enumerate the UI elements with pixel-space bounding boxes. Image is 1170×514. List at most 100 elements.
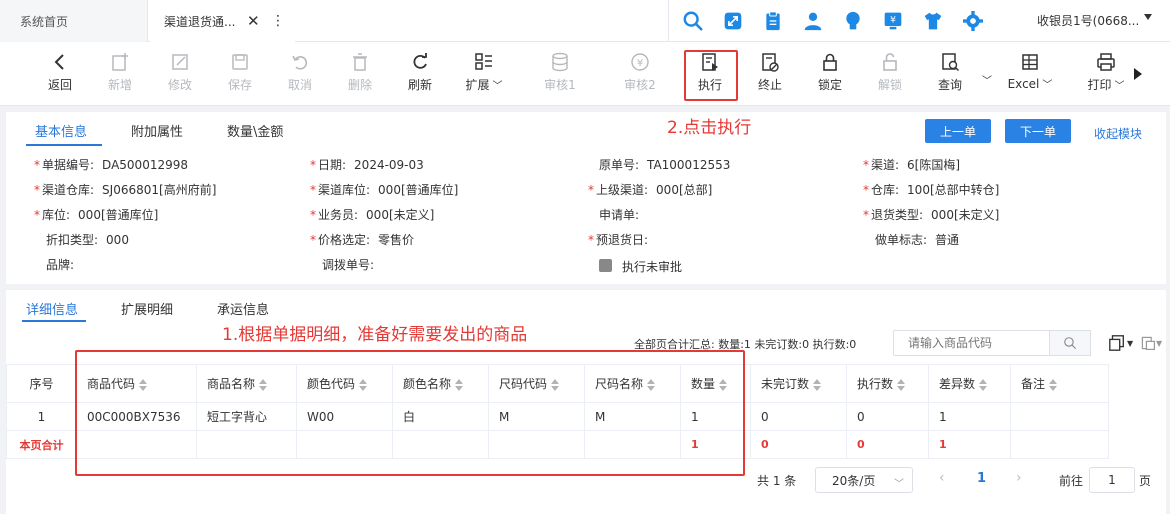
field-channel[interactable]: * 渠道: 6[陈国梅] [863, 156, 960, 173]
print-button[interactable]: 打印 ﹀ [1078, 52, 1134, 98]
product-code-search-input[interactable] [893, 330, 1049, 356]
field-transfer-no[interactable]: 调拨单号: [322, 256, 374, 273]
lock-button[interactable]: 锁定 [802, 52, 858, 98]
cell-executed[interactable]: 0 [846, 402, 929, 431]
edit-icon [172, 54, 188, 70]
add-label: 新增 [107, 78, 132, 92]
field-return-type[interactable]: * 退货类型: 000[未定义] [863, 206, 999, 223]
user-name[interactable]: 收银员1号(0668... [1037, 12, 1139, 29]
stop-button[interactable]: 终止 [742, 52, 798, 98]
page-size-value: 20条/页 [832, 473, 876, 488]
delete-label: 删除 [347, 78, 372, 92]
field-discount-type[interactable]: 折扣类型: 000 [46, 231, 129, 248]
edit-button[interactable]: 修改 [152, 52, 208, 98]
cancel-button[interactable]: 取消 [272, 52, 328, 98]
print-label: 打印 [1087, 78, 1112, 92]
col-header[interactable]: 执行数 [846, 364, 929, 403]
field-warehouse[interactable]: * 仓库: 100[总部中转仓] [863, 181, 999, 198]
cell-remark[interactable] [1010, 402, 1109, 431]
gear-icon[interactable] [961, 9, 985, 33]
sort-icon [813, 378, 822, 391]
query-label: 查询 [937, 78, 962, 92]
paste-icon[interactable]: ▼ [1140, 334, 1168, 352]
exec-unapproved-label: 执行未审批 [622, 260, 683, 274]
shirt-icon[interactable] [921, 9, 945, 33]
field-salesman[interactable]: * 业务员: 000[未定义] [310, 206, 434, 223]
extend-button[interactable]: 扩展 ﹀ [456, 52, 512, 98]
tab-home[interactable]: 系统首页 [0, 0, 148, 42]
sort-icon [1049, 378, 1058, 391]
field-brand[interactable]: 品牌: [46, 256, 74, 273]
stop-label: 终止 [757, 78, 782, 92]
tab-extra-attributes[interactable]: 附加属性 [131, 121, 183, 140]
save-button[interactable]: 保存 [212, 52, 268, 98]
close-icon[interactable]: ✕ [247, 12, 260, 30]
svg-text:¥: ¥ [890, 15, 896, 26]
delete-button[interactable]: 删除 [332, 52, 388, 98]
goto-page-input[interactable]: 1 [1089, 467, 1135, 493]
prev-doc-button[interactable]: 上一单 [925, 119, 991, 143]
fullscreen-icon[interactable] [721, 9, 745, 33]
tab-detail-info[interactable]: 详细信息 [26, 299, 78, 318]
col-header[interactable]: 备注 [1010, 364, 1109, 403]
sort-icon [979, 378, 988, 391]
query-button[interactable]: 查询 [922, 52, 978, 98]
refresh-button[interactable]: 刷新 [392, 52, 448, 98]
clipboard-icon[interactable] [761, 9, 785, 33]
tab-carrier-info[interactable]: 承运信息 [217, 299, 269, 318]
col-header[interactable]: 未完订数 [750, 364, 847, 403]
query-icon [942, 53, 960, 72]
field-orig-no[interactable]: 原单号: TA100012553 [599, 156, 730, 173]
field-doc-flag[interactable]: 做单标志: 普通 [875, 231, 959, 248]
prev-doc-label: 上一单 [939, 124, 976, 139]
goto-suffix: 页 [1139, 474, 1152, 488]
search-icon[interactable] [681, 9, 705, 33]
chevron-left-icon [54, 54, 64, 70]
field-channel-warehouse[interactable]: * 渠道仓库: SJ066801[高州府前] [34, 181, 216, 198]
field-parent-channel[interactable]: * 上级渠道: 000[总部] [588, 181, 712, 198]
query-dropdown-icon[interactable]: ﹀ [982, 72, 992, 87]
undo-icon [292, 55, 308, 70]
back-label: 返回 [47, 78, 72, 92]
audit2-button[interactable]: ¥ 审核2 [612, 52, 668, 98]
field-apply-no[interactable]: 申请单: [599, 206, 639, 223]
field-pre-ship-date[interactable]: * 预退货日: [588, 231, 648, 248]
tab-quantity-amount[interactable]: 数量\金额 [227, 121, 283, 140]
col-header[interactable]: 差异数 [928, 364, 1011, 403]
tab-channel-return[interactable]: 渠道退货通... ✕ ⋮ [150, 0, 295, 42]
total-label: 本页合计 [6, 430, 77, 459]
add-button[interactable]: 新增 [92, 52, 148, 98]
field-doc-no: * 单据编号: DA500012998 [34, 158, 188, 172]
exec-unapproved-checkbox[interactable] [599, 259, 612, 272]
column-settings-icon[interactable]: ▼ [1108, 334, 1136, 352]
more-vertical-icon[interactable]: ⋮ [271, 13, 285, 29]
unlock-button[interactable]: 解锁 [862, 52, 918, 98]
field-price-select[interactable]: * 价格选定: 零售价 [310, 231, 414, 248]
page-current[interactable]: 1 [977, 471, 986, 486]
search-button[interactable] [1049, 330, 1091, 356]
field-channel-location[interactable]: * 渠道库位: 000[普通库位] [310, 181, 458, 198]
tab-extended-detail[interactable]: 扩展明细 [121, 299, 173, 318]
refresh-icon [413, 53, 427, 69]
excel-button[interactable]: Excel ﹀ [1002, 52, 1058, 98]
user-icon[interactable] [801, 9, 825, 33]
field-date[interactable]: * 日期: 2024-09-03 [310, 156, 424, 173]
caret-down-icon[interactable] [1144, 14, 1152, 20]
collapse-module-link[interactable]: 收起模块 [1094, 125, 1142, 142]
cashier-icon[interactable]: ¥ [881, 9, 905, 33]
toolbar-scroll-right-icon[interactable] [1134, 68, 1142, 80]
col-header[interactable]: 序号 [6, 364, 77, 403]
tab-basic-info[interactable]: 基本信息 [35, 121, 87, 140]
cell-pending[interactable]: 0 [750, 402, 847, 431]
page-size-select[interactable]: 20条/页 ﹀ [815, 467, 913, 493]
lock-icon [823, 53, 837, 71]
back-button[interactable]: 返回 [32, 52, 88, 98]
next-page-icon[interactable]: › [1016, 470, 1022, 486]
cell-diff[interactable]: 1 [928, 402, 1011, 431]
tab-underline [26, 144, 102, 146]
audit1-button[interactable]: 审核1 [532, 52, 588, 98]
prev-page-icon[interactable]: ‹ [939, 470, 945, 486]
next-doc-button[interactable]: 下一单 [1005, 119, 1071, 143]
field-location[interactable]: * 库位: 000[普通库位] [34, 206, 158, 223]
lightbulb-icon[interactable] [841, 9, 865, 33]
